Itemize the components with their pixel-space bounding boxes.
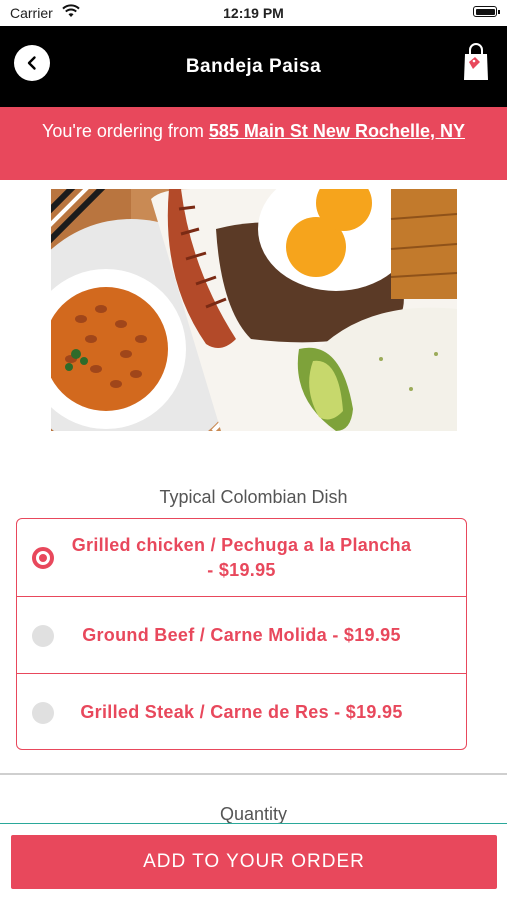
footer-divider [0,823,507,824]
dish-category-label: Typical Colombian Dish [159,487,348,507]
variant-options: Grilled chicken / Pechuga a la Plancha -… [16,518,467,750]
add-to-order-button[interactable]: ADD TO YOUR ORDER [11,835,497,889]
status-bar: Carrier 12:19 PM [0,0,507,26]
option-ground-beef[interactable]: Ground Beef / Carne Molida - $19.95 [17,596,466,673]
option-grilled-steak[interactable]: Grilled Steak / Carne de Res - $19.95 [17,673,466,749]
option-label: Grilled chicken / Pechuga a la Plancha -… [71,534,412,580]
section-divider [0,773,507,775]
shopping-bag-icon[interactable] [461,42,491,82]
dish-photo [51,189,457,431]
radio-unselected-icon[interactable] [32,702,54,724]
status-time: 12:19 PM [223,5,284,21]
page-title: Bandeja Paisa [185,56,322,77]
ordering-from-banner: You're ordering from 585 Main St New Roc… [0,107,507,180]
radio-unselected-icon[interactable] [32,625,54,647]
battery-icon [473,6,500,17]
navigation-bar: Bandeja Paisa [0,26,507,107]
store-address-link[interactable]: 585 Main St New Rochelle, NY [209,121,465,141]
option-grilled-chicken[interactable]: Grilled chicken / Pechuga a la Plancha -… [17,519,466,596]
radio-selected-icon[interactable] [32,547,54,569]
quantity-label: Quantity [219,804,288,824]
option-label: Ground Beef / Carne Molida - $19.95 [82,624,401,645]
banner-prefix: You're ordering from [42,121,209,141]
option-label: Grilled Steak / Carne de Res - $19.95 [80,701,403,722]
